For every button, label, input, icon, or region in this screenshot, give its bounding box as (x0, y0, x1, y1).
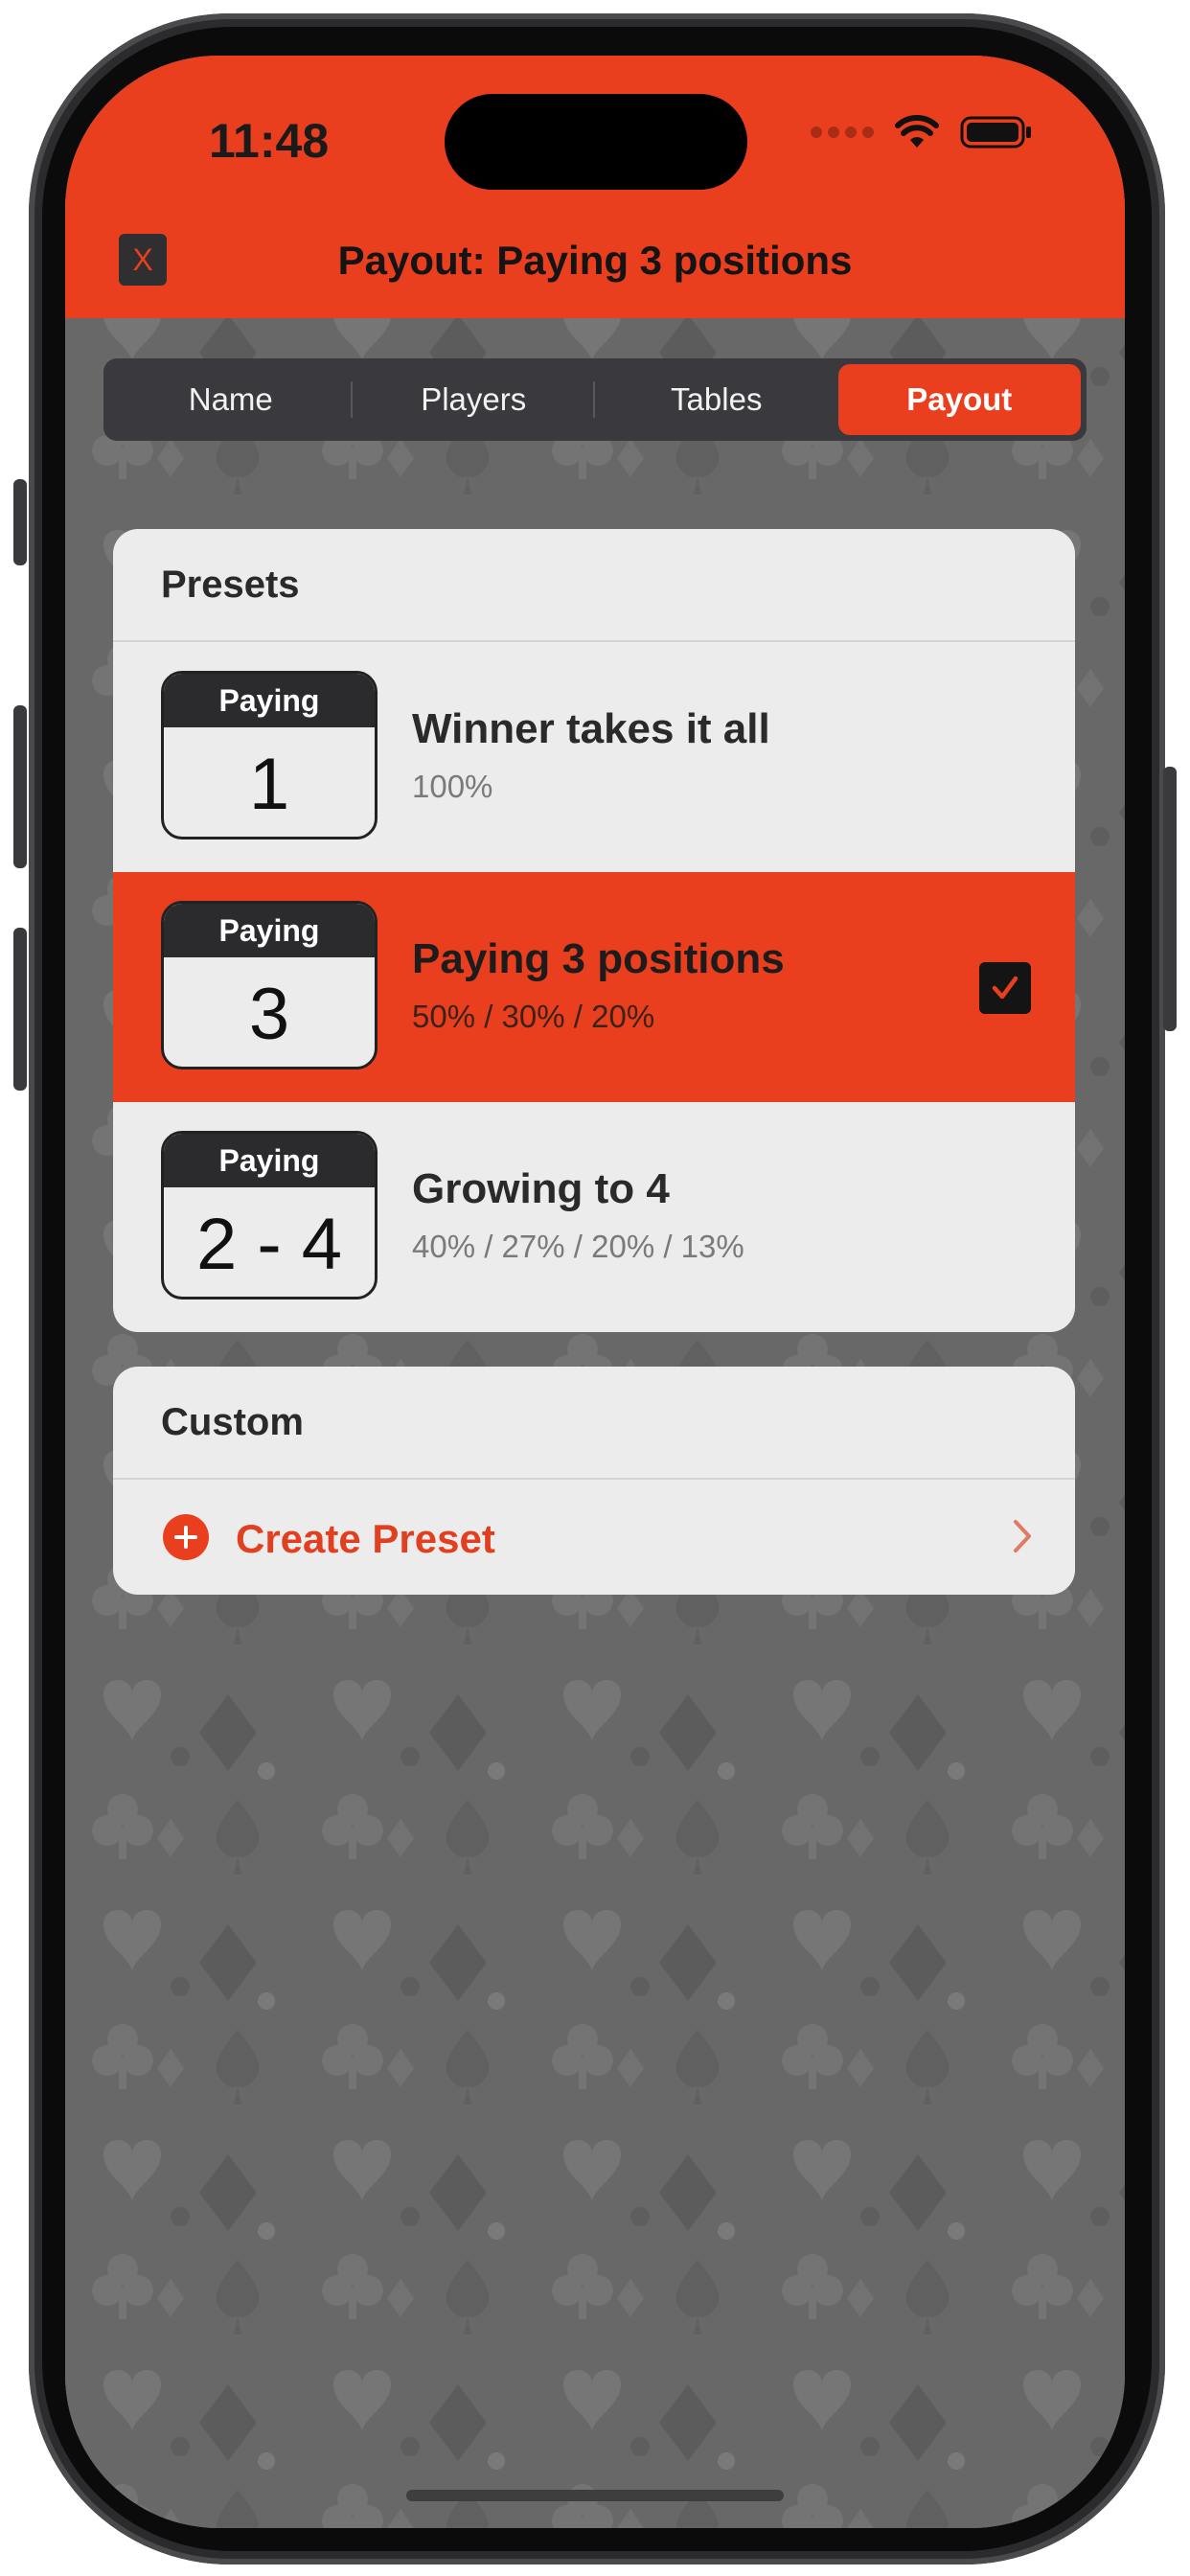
cellular-signal-icon (811, 126, 874, 138)
selected-checkbox[interactable] (979, 962, 1031, 1014)
paying-badge-value: 2 - 4 (195, 1203, 343, 1285)
preset-subtitle: 100% (412, 769, 493, 804)
preset-title: Winner takes it all (412, 705, 770, 752)
checkmark-icon (992, 976, 1018, 1000)
preset-title: Paying 3 positions (412, 935, 785, 982)
paying-badge-label: Paying (164, 674, 375, 727)
plus-circle-icon (163, 1514, 209, 1560)
tab-players[interactable]: Players (353, 364, 596, 435)
custom-card: Custom Create Preset (113, 1367, 1075, 1595)
wifi-icon (895, 115, 939, 148)
preset-row-paying-3-positions[interactable]: Paying 3 Paying 3 positions 50% / 30% / … (113, 872, 1075, 1102)
section-title-presets: Presets (113, 529, 1075, 642)
create-preset-label: Create Preset (236, 1516, 495, 1561)
close-button[interactable]: X (119, 234, 167, 286)
paying-badge-value: 1 (248, 743, 290, 825)
preset-subtitle: 50% / 30% / 20% (412, 999, 655, 1034)
create-preset-button[interactable]: Create Preset (113, 1480, 1075, 1595)
tab-payout[interactable]: Payout (837, 364, 1081, 435)
section-title-custom: Custom (113, 1367, 1075, 1480)
paying-badge: Paying 3 (161, 901, 378, 1070)
paying-badge: Paying 2 - 4 (161, 1131, 378, 1300)
dynamic-island (445, 94, 747, 190)
battery-icon (960, 116, 1031, 149)
preset-subtitle: 40% / 27% / 20% / 13% (412, 1229, 744, 1264)
preset-row-winner-takes-all[interactable]: Paying 1 Winner takes it all 100% (113, 642, 1075, 872)
tab-bar-segmented-control: Name Players Tables Payout (103, 358, 1087, 441)
tab-name[interactable]: Name (109, 364, 353, 435)
paying-badge-label: Paying (164, 904, 375, 957)
paying-badge-label: Paying (164, 1134, 375, 1187)
paying-badge: Paying 1 (161, 671, 378, 840)
device-action-button (13, 479, 27, 565)
status-icons (811, 115, 1033, 150)
status-time: 11:48 (209, 114, 330, 168)
navigation-header: 11:48 X Payout: Paying 3 positions (65, 56, 1125, 318)
paying-badge-value: 3 (248, 973, 290, 1055)
device-volume-down-button (13, 928, 27, 1091)
page-title: Payout: Paying 3 positions (337, 238, 853, 283)
preset-title: Growing to 4 (412, 1165, 670, 1212)
tab-tables[interactable]: Tables (595, 364, 838, 435)
device-volume-up-button (13, 705, 27, 868)
screen: 11:48 X Payout: Paying 3 positions Name … (65, 56, 1125, 2528)
chevron-right-icon (1014, 1520, 1031, 1552)
home-indicator[interactable] (406, 2490, 784, 2501)
preset-row-growing-to-4[interactable]: Paying 2 - 4 Growing to 4 40% / 27% / 20… (113, 1102, 1075, 1332)
presets-card: Presets Paying 1 Winner takes it all 100… (113, 529, 1075, 1332)
device-power-button (1163, 767, 1177, 1031)
